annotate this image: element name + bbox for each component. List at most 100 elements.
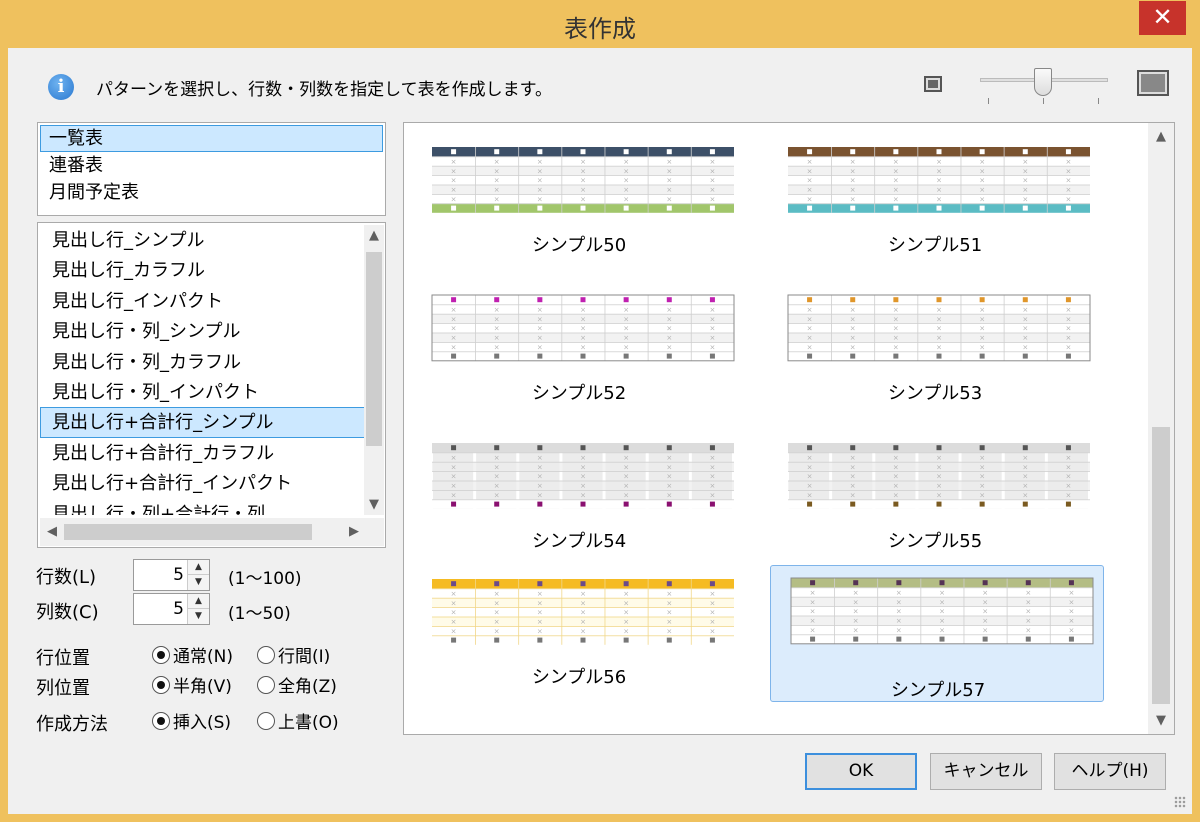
cols-stepper[interactable]: 5 ▲ ▼ [133,593,210,625]
category-item[interactable]: 連番表 [40,152,383,179]
svg-text:×: × [1022,344,1028,352]
svg-text:×: × [893,306,899,314]
preview-vscrollbar[interactable]: ▲ ▼ [1148,123,1174,734]
svg-text:×: × [709,158,715,166]
svg-text:×: × [451,196,457,204]
svg-text:×: × [623,315,629,323]
scroll-left-icon[interactable]: ◀ [42,524,62,539]
scroll-down-icon[interactable]: ▼ [364,497,384,512]
radio-half-width[interactable]: 半角(V) [152,672,232,697]
category-item[interactable]: 月間予定表 [40,179,383,206]
scroll-up-icon[interactable]: ▲ [364,228,384,243]
pattern-tile[interactable]: × × × × × × × × × × × × × × × × × × × × × × × × × × × × × × × × × × × シンプル5… [770,565,1104,702]
svg-text:×: × [936,334,942,342]
ok-button[interactable]: OK [805,753,917,790]
svg-text:×: × [537,334,543,342]
svg-text:×: × [807,482,813,490]
pattern-item[interactable]: 見出し行・列_カラフル [40,347,366,377]
svg-text:×: × [666,628,672,636]
svg-text:×: × [451,492,457,500]
scroll-thumb[interactable] [366,252,382,446]
radio-indicator [257,711,275,730]
scroll-down-icon[interactable]: ▼ [1151,713,1171,728]
svg-text:×: × [666,306,672,314]
resize-grip-icon[interactable] [1174,796,1186,808]
svg-text:×: × [807,158,813,166]
pattern-item[interactable]: 見出し行_インパクト [40,286,366,316]
pattern-list-hscrollbar[interactable]: ◀ ▶ [40,518,366,546]
pattern-item[interactable]: 見出し行・列_シンプル [40,316,366,346]
svg-text:×: × [709,590,715,598]
svg-text:×: × [580,167,586,175]
svg-text:×: × [1068,627,1074,635]
help-button[interactable]: ヘルプ(H) [1054,753,1166,790]
svg-text:×: × [850,167,856,175]
scroll-thumb[interactable] [64,524,312,540]
svg-text:×: × [580,315,586,323]
pattern-item[interactable]: 見出し行_シンプル [40,225,366,255]
radio-full-width[interactable]: 全角(Z) [257,672,337,697]
pattern-tile-label: シンプル53 [887,383,983,404]
svg-text:×: × [623,599,629,607]
svg-text:×: × [623,306,629,314]
pattern-item[interactable]: 見出し行+合計行_インパクト [40,468,366,498]
cols-up-icon[interactable]: ▲ [188,594,209,609]
rows-stepper[interactable]: 5 ▲ ▼ [133,559,210,591]
pattern-tile[interactable]: × × × × × × × × × × × × × × × × × × × × × × × × × × × × × × × × × × × シンプル5… [412,135,746,272]
svg-text:×: × [451,177,457,185]
svg-text:×: × [451,618,457,626]
svg-text:×: × [936,177,942,185]
scroll-right-icon[interactable]: ▶ [344,524,364,539]
radio-normal[interactable]: 通常(N) [152,642,233,667]
svg-text:×: × [979,306,985,314]
svg-text:×: × [853,608,859,616]
pattern-item[interactable]: 見出し行_カラフル [40,255,366,285]
svg-text:×: × [893,325,899,333]
pattern-tile[interactable]: × × × × × × × × × × × × × × × × × × × × × × × × × × × × × × × × × × × シンプル5… [768,283,1102,420]
svg-text:×: × [1022,473,1028,481]
rows-range: (1〜100) [228,569,302,589]
pattern-item[interactable]: 見出し行・列+合計行・列 [40,499,366,515]
svg-text:×: × [580,599,586,607]
zoom-small-icon[interactable] [924,76,942,92]
pattern-item[interactable]: 見出し行+合計行_シンプル [40,407,366,438]
svg-text:×: × [807,177,813,185]
svg-text:×: × [580,454,586,462]
rows-up-icon[interactable]: ▲ [188,560,209,575]
close-button[interactable]: ✕ [1139,1,1186,35]
pattern-tile[interactable]: × × × × × × × × × × × × × × × × × × × × × × × × × × × × × × × × × × × シンプル5… [412,431,746,568]
cols-value[interactable]: 5 [134,594,184,624]
svg-text:×: × [623,196,629,204]
svg-text:×: × [494,482,500,490]
pattern-tile[interactable]: × × × × × × × × × × × × × × × × × × × × × × × × × × × × × × × × × × × シンプル5… [412,567,746,704]
svg-text:×: × [494,492,500,500]
svg-text:×: × [893,167,899,175]
pattern-item[interactable]: 見出し行+合計行_カラフル [40,438,366,468]
svg-text:×: × [666,315,672,323]
pattern-list[interactable]: 見出し行_シンプル 見出し行_カラフル 見出し行_インパクト 見出し行・列_シンプル見… [37,222,386,548]
scroll-thumb[interactable] [1152,427,1170,704]
pattern-tile[interactable]: × × × × × × × × × × × × × × × × × × × × × × × × × × × × × × × × × × × シンプル5… [412,283,746,420]
svg-text:×: × [494,177,500,185]
pattern-tile[interactable]: × × × × × × × × × × × × × × × × × × × × × × × × × × × × × × × × × × × シンプル5… [768,135,1102,272]
category-list[interactable]: 一覧表 連番表 月間予定表 [37,122,386,216]
zoom-slider-thumb[interactable] [1034,68,1052,96]
svg-text:×: × [807,167,813,175]
pattern-tile[interactable]: × × × × × × × × × × × × × × × × × × × × × × × × × × × × × × × × × × × シンプル5… [768,431,1102,568]
pattern-list-vscrollbar[interactable]: ▲ ▼ [364,225,384,515]
pattern-preview-panel[interactable]: ▲ ▼ × × × × × × × × × × × × × × × × × × × × × × × × × × × × × × × × × × × シ… [403,122,1175,735]
radio-line-spacing[interactable]: 行間(I) [257,642,330,667]
pattern-item[interactable]: 見出し行・列_インパクト [40,377,366,407]
rows-value[interactable]: 5 [134,560,184,590]
radio-insert[interactable]: 挿入(S) [152,708,231,733]
svg-text:×: × [580,177,586,185]
category-item[interactable]: 一覧表 [40,125,383,152]
title-bar[interactable]: 表作成 ✕ [0,0,1200,48]
scroll-up-icon[interactable]: ▲ [1151,129,1171,144]
svg-text:×: × [979,334,985,342]
rows-down-icon[interactable]: ▼ [188,575,209,590]
cols-down-icon[interactable]: ▼ [188,609,209,624]
radio-overwrite[interactable]: 上書(O) [257,708,339,733]
cancel-button[interactable]: キャンセル [930,753,1042,790]
zoom-large-icon[interactable] [1137,70,1169,96]
